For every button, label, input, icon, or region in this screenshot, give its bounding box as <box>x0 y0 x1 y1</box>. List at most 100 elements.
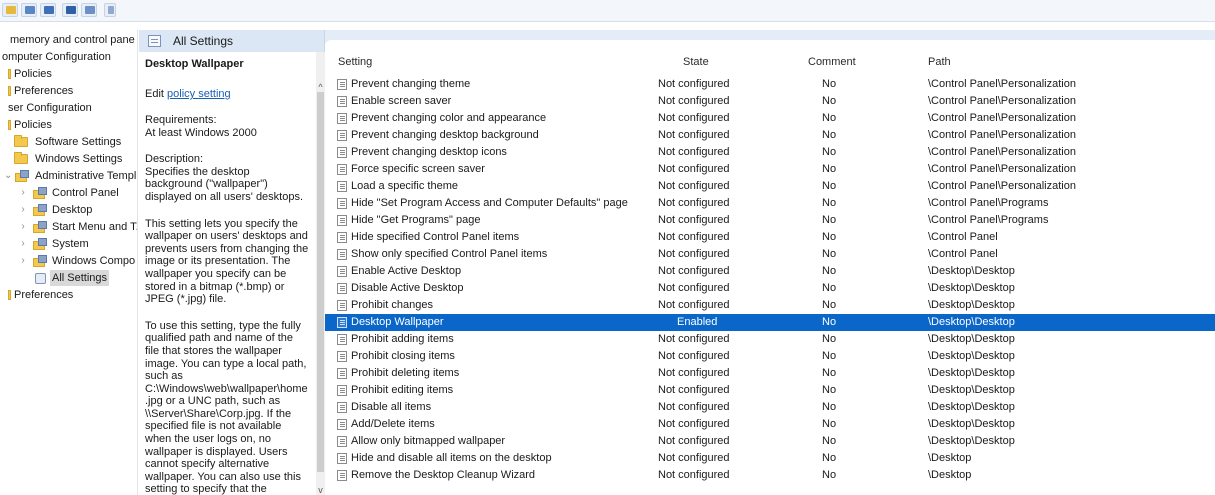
table-row[interactable]: Disable Active Desktop Not configured No \D… <box>325 280 1215 297</box>
tree-item-desktop[interactable]: › Desktop <box>0 202 137 218</box>
cell-comment: No <box>822 333 837 345</box>
tree-item-all-settings[interactable]: All Settings <box>0 270 137 286</box>
cell-setting: Hide "Set Program Access and Computer De… <box>351 197 628 209</box>
table-row[interactable]: Prohibit deleting items Not configured No \… <box>325 365 1215 382</box>
cell-path: \Control Panel\Personalization <box>928 112 1076 124</box>
table-row[interactable]: Prevent changing desktop icons Not config… <box>325 144 1215 161</box>
column-header-path[interactable]: Path <box>928 56 951 68</box>
tree-item-policies-user[interactable]: Policies <box>0 117 54 133</box>
scroll-down-icon[interactable]: v <box>316 486 325 495</box>
chevron-down-icon[interactable]: ⌄ <box>4 168 12 184</box>
table-row[interactable]: Load a specific theme Not configured No \Co… <box>325 178 1215 195</box>
cell-path: \Desktop\Desktop <box>928 384 1015 396</box>
tree-item-windows-components[interactable]: › Windows Compo <box>0 253 137 269</box>
cell-setting: Hide specified Control Panel items <box>351 231 520 243</box>
tree-item-administrative-templates[interactable]: ⌄ Administrative Templ <box>0 168 137 184</box>
cell-setting: Prohibit changes <box>351 299 433 311</box>
cell-setting: Prohibit deleting items <box>351 367 460 379</box>
table-row[interactable]: Hide and disable all items on the deskto… <box>325 450 1215 467</box>
cell-path: \Desktop\Desktop <box>928 282 1015 294</box>
cell-state: Not configured <box>658 214 730 226</box>
policy-setting-icon <box>337 79 347 90</box>
tree-item-policies-computer[interactable]: Policies <box>0 66 54 82</box>
table-row[interactable]: Desktop Wallpaper Enabled No \Desktop\Deskt… <box>325 314 1215 331</box>
cell-path: \Control Panel <box>928 248 998 260</box>
tree-item-start-menu[interactable]: › Start Menu and T. <box>0 219 137 235</box>
table-row[interactable]: Prevent changing theme Not configured No \C… <box>325 76 1215 93</box>
table-row[interactable]: Hide "Set Program Access and Computer De… <box>325 195 1215 212</box>
cell-comment: No <box>822 384 837 396</box>
page-title: All Settings <box>173 34 234 48</box>
cell-path: \Desktop\Desktop <box>928 401 1015 413</box>
edit-prefix: Edit <box>145 88 164 100</box>
description-paragraph-2: This setting lets you specify the wallpa… <box>145 217 309 306</box>
filter-icon[interactable] <box>104 3 116 17</box>
cell-comment: No <box>822 299 837 311</box>
policy-setting-icon <box>337 147 347 158</box>
table-row[interactable]: Hide "Get Programs" page Not configured No… <box>325 212 1215 229</box>
list-header: Setting State Comment Path <box>325 56 1215 72</box>
cell-path: \Control Panel\Personalization <box>928 146 1076 158</box>
grid-icon[interactable] <box>21 3 37 17</box>
table-row[interactable]: Show only specified Control Panel items N… <box>325 246 1215 263</box>
chevron-right-icon[interactable]: › <box>19 219 27 235</box>
cell-state: Not configured <box>658 95 730 107</box>
table-row[interactable]: Prevent changing desktop background Not c… <box>325 127 1215 144</box>
cell-comment: No <box>822 95 837 107</box>
tree-item-user-configuration[interactable]: ser Configuration <box>6 100 94 116</box>
chevron-right-icon[interactable]: › <box>19 202 27 218</box>
cell-comment: No <box>822 367 837 379</box>
cell-comment: No <box>822 78 837 90</box>
tree-item-software-settings[interactable]: Software Settings <box>0 134 137 150</box>
table-row[interactable]: Enable screen saver Not configured No \Cont… <box>325 93 1215 110</box>
edit-policy-link[interactable]: policy setting <box>167 88 231 100</box>
table-row[interactable]: Prevent changing color and appearance Not… <box>325 110 1215 127</box>
all-settings-icon <box>148 35 161 47</box>
table-row[interactable]: Force specific screen saver Not configure… <box>325 161 1215 178</box>
table-row[interactable]: Add/Delete items Not configured No \Desktop… <box>325 416 1215 433</box>
table-row[interactable]: Remove the Desktop Cleanup Wizard Not con… <box>325 467 1215 484</box>
table-row[interactable]: Prohibit closing items Not configured No \D… <box>325 348 1215 365</box>
tree-item-preferences-computer[interactable]: Preferences <box>0 83 75 99</box>
tree-item-control-panel[interactable]: › Control Panel <box>0 185 137 201</box>
column-header-setting[interactable]: Setting <box>338 56 372 68</box>
properties-icon[interactable] <box>62 3 78 17</box>
table-row[interactable]: Enable Active Desktop Not configured No \De… <box>325 263 1215 280</box>
table-row[interactable]: Allow only bitmapped wallpaper Not config… <box>325 433 1215 450</box>
cell-path: \Desktop\Desktop <box>928 435 1015 447</box>
tree-item-system[interactable]: › System <box>0 236 137 252</box>
tree-item-windows-settings[interactable]: Windows Settings <box>0 151 137 167</box>
cell-comment: No <box>822 265 837 277</box>
column-header-state[interactable]: State <box>683 56 709 68</box>
cell-comment: No <box>822 469 837 481</box>
table-row[interactable]: Prohibit changes Not configured No \Desktop… <box>325 297 1215 314</box>
folder-icon[interactable] <box>2 3 18 17</box>
description-pane: Desktop Wallpaper Edit policy setting Re… <box>139 52 316 495</box>
tree-item-memory-control[interactable]: memory and control pane <box>8 32 137 48</box>
scroll-up-icon[interactable]: ^ <box>316 82 325 92</box>
chevron-right-icon[interactable]: › <box>19 236 27 252</box>
table-row[interactable]: Hide specified Control Panel items Not co… <box>325 229 1215 246</box>
cell-path: \Control Panel\Programs <box>928 214 1049 226</box>
table-row[interactable]: Disable all items Not configured No \Deskto… <box>325 399 1215 416</box>
cell-state: Not configured <box>658 231 730 243</box>
table-row[interactable]: Prohibit editing items Not configured No \D… <box>325 382 1215 399</box>
chevron-right-icon[interactable]: › <box>19 253 27 269</box>
cell-comment: No <box>822 452 837 464</box>
cell-state: Not configured <box>658 163 730 175</box>
tree-item-preferences-user[interactable]: Preferences <box>0 287 75 303</box>
column-header-comment[interactable]: Comment <box>808 56 856 68</box>
description-scrollbar[interactable]: ^ v <box>316 52 325 495</box>
back-icon[interactable] <box>40 3 56 17</box>
cell-comment: No <box>822 180 837 192</box>
table-row[interactable]: Prohibit adding items Not configured No \De… <box>325 331 1215 348</box>
cell-state: Not configured <box>658 333 730 345</box>
chevron-right-icon[interactable]: › <box>19 185 27 201</box>
scrollbar-thumb[interactable] <box>317 92 324 472</box>
policy-setting-icon <box>337 164 347 175</box>
cell-setting: Disable all items <box>351 401 432 413</box>
tree-item-computer-configuration[interactable]: omputer Configuration <box>0 49 113 65</box>
requirements-value: At least Windows 2000 <box>145 126 257 139</box>
view-icon[interactable] <box>81 3 97 17</box>
description-label: Description: <box>145 153 204 166</box>
